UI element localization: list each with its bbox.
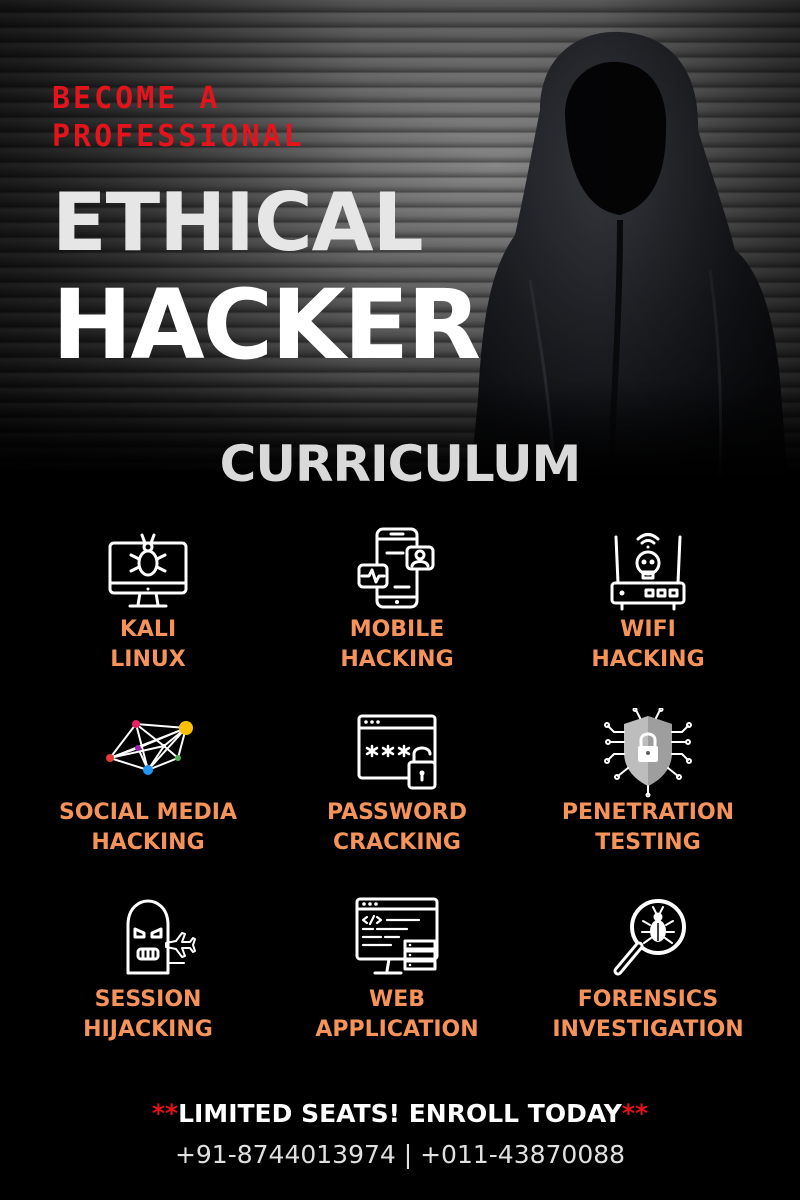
wifi-router-skull-icon — [610, 533, 686, 611]
module-label-line-2: HACKING — [591, 647, 705, 672]
module-kali-linux: KALI LINUX — [23, 525, 273, 675]
module-label-line-2: LINUX — [110, 647, 186, 672]
module-password-cracking: PASSWORD CRACKING — [272, 708, 522, 858]
title-line-2: HACKER — [52, 269, 481, 381]
kicker-line-1: BECOME A — [52, 81, 221, 116]
module-label-line-2: TESTING — [595, 830, 701, 855]
module-label-line-1: PENETRATION — [561, 800, 735, 825]
bug-monitor-icon — [108, 533, 188, 608]
module-social-media-hacking: SOCIAL MEDIA HACKING — [23, 708, 273, 858]
module-web-application: WEB APPLICATION — [272, 895, 522, 1045]
cta-stars-left: ** — [151, 1099, 179, 1128]
module-label-line-1: FORENSICS — [577, 987, 719, 1012]
module-label-line-1: PASSWORD — [326, 800, 467, 825]
module-label-line-1: WIFI — [620, 617, 676, 642]
cta-text: LIMITED SEATS! ENROLL TODAY — [178, 1099, 622, 1128]
module-label-line-2: APPLICATION — [315, 1017, 479, 1042]
web-code-icon — [355, 897, 439, 975]
kicker-line-2: PROFESSIONAL — [52, 119, 305, 154]
contact-phones: +91-8744013974 | +011-43870088 — [174, 1140, 626, 1169]
module-label-line-1: KALI — [119, 617, 177, 642]
module-mobile-hacking: MOBILE HACKING — [272, 525, 522, 675]
section-title: CURRICULUM — [219, 435, 582, 493]
module-label-line-2: HACKING — [91, 830, 205, 855]
enroll-cta: **LIMITED SEATS! ENROLL TODAY** — [0, 1096, 800, 1132]
magnifier-bug-icon — [613, 899, 686, 976]
module-forensics-investigation: FORENSICS INVESTIGATION — [523, 895, 773, 1045]
module-label-line-1: WEB — [368, 987, 426, 1012]
module-session-hijacking: SESSION HIJACKING — [23, 895, 273, 1045]
module-wifi-hacking: WIFI HACKING — [523, 525, 773, 675]
module-penetration-testing: PENETRATION TESTING — [523, 708, 773, 858]
kicker-text: BECOME A PROFESSIONAL — [52, 80, 305, 156]
module-label-line-1: MOBILE — [349, 617, 445, 642]
network-graph-icon — [106, 720, 193, 775]
title-line-1: ETHICAL — [52, 176, 424, 269]
masked-hijacker-icon — [126, 899, 196, 975]
module-label-line-2: HACKING — [340, 647, 454, 672]
mobile-hacking-icon — [357, 527, 435, 609]
password-lock-icon — [357, 714, 437, 790]
module-label-line-2: CRACKING — [333, 830, 461, 855]
module-label-line-2: HIJACKING — [83, 1017, 213, 1042]
module-label-line-1: SOCIAL MEDIA — [59, 800, 237, 825]
module-label-line-2: INVESTIGATION — [552, 1017, 744, 1042]
module-label-line-1: SESSION — [94, 987, 202, 1012]
shield-lock-icon — [604, 708, 692, 798]
cta-stars-right: ** — [621, 1099, 649, 1128]
poster: BECOME A PROFESSIONAL ETHICAL HACKER CUR… — [0, 0, 800, 1200]
